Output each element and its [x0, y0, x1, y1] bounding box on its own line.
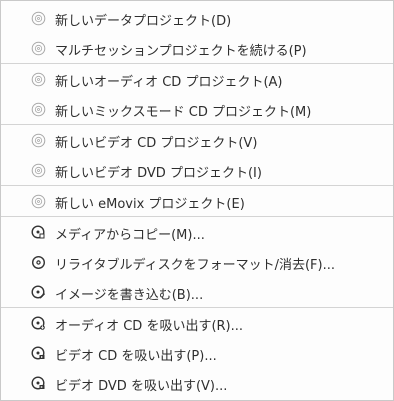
menu-item[interactable]: 新しいミックスモード CD プロジェクト(M)	[1, 94, 393, 124]
menu-item-label: 新しいビデオ CD プロジェクト(V)	[55, 136, 258, 151]
menu-item[interactable]: 新しいデータプロジェクト(D)	[1, 3, 393, 33]
menu-item-label: 新しいビデオ DVD プロジェクト(I)	[55, 166, 262, 181]
menu-item-label: オーディオ CD を吸い出す(R)...	[55, 319, 244, 334]
disc-icon	[31, 163, 46, 178]
menu-item-label: メディアからコピー(M)...	[55, 228, 205, 243]
menu-item-label: イメージを書き込む(B)...	[55, 288, 204, 303]
menu-item-label: 新しいミックスモード CD プロジェクト(M)	[55, 105, 312, 120]
menu-item[interactable]: メディアからコピー(M)...	[1, 217, 393, 247]
context-menu: 新しいデータプロジェクト(D) マルチセッションプロジェクトを続ける(P) 新しいオ…	[0, 0, 394, 401]
format-disc-icon	[31, 255, 46, 270]
menu-item-label: 新しいオーディオ CD プロジェクト(A)	[55, 75, 283, 90]
menu-item[interactable]: イメージを書き込む(B)...	[1, 277, 393, 307]
disc-icon	[31, 102, 46, 117]
disc-icon	[31, 41, 46, 56]
disc-icon	[31, 11, 46, 26]
menu-item[interactable]: リライタブルディスクをフォーマット/消去(F)...	[1, 247, 393, 277]
menu-item[interactable]: 新しいオーディオ CD プロジェクト(A)	[1, 64, 393, 94]
menu-item[interactable]: 新しいビデオ CD プロジェクト(V)	[1, 125, 393, 155]
menu-item-label: 新しいデータプロジェクト(D)	[55, 14, 232, 29]
menu-item-label: マルチセッションプロジェクトを続ける(P)	[55, 44, 307, 59]
menu-item-label: ビデオ CD を吸い出す(P)...	[55, 349, 217, 364]
menu-item[interactable]: ビデオ CD を吸い出す(P)...	[1, 338, 393, 368]
menu-item[interactable]: オーディオ CD を吸い出す(R)...	[1, 308, 393, 338]
rip-video-cd-icon	[31, 346, 46, 361]
menu-item-label: リライタブルディスクをフォーマット/消去(F)...	[55, 258, 335, 273]
rip-video-dvd-icon	[31, 376, 46, 391]
copy-media-icon	[31, 225, 46, 240]
disc-icon	[31, 133, 46, 148]
menu-item[interactable]: 新しい eMovix プロジェクト(E)	[1, 186, 393, 216]
rip-audio-icon	[31, 316, 46, 331]
disc-icon	[31, 72, 46, 87]
menu-item[interactable]: ビデオ DVD を吸い出す(V)...	[1, 368, 393, 398]
menu-item[interactable]: 新しいビデオ DVD プロジェクト(I)	[1, 155, 393, 185]
menu-item-label: 新しい eMovix プロジェクト(E)	[55, 197, 245, 212]
menu-item-label: ビデオ DVD を吸い出す(V)...	[55, 379, 228, 394]
burn-image-icon	[31, 285, 46, 300]
disc-icon	[31, 194, 46, 209]
menu-item[interactable]: マルチセッションプロジェクトを続ける(P)	[1, 33, 393, 63]
